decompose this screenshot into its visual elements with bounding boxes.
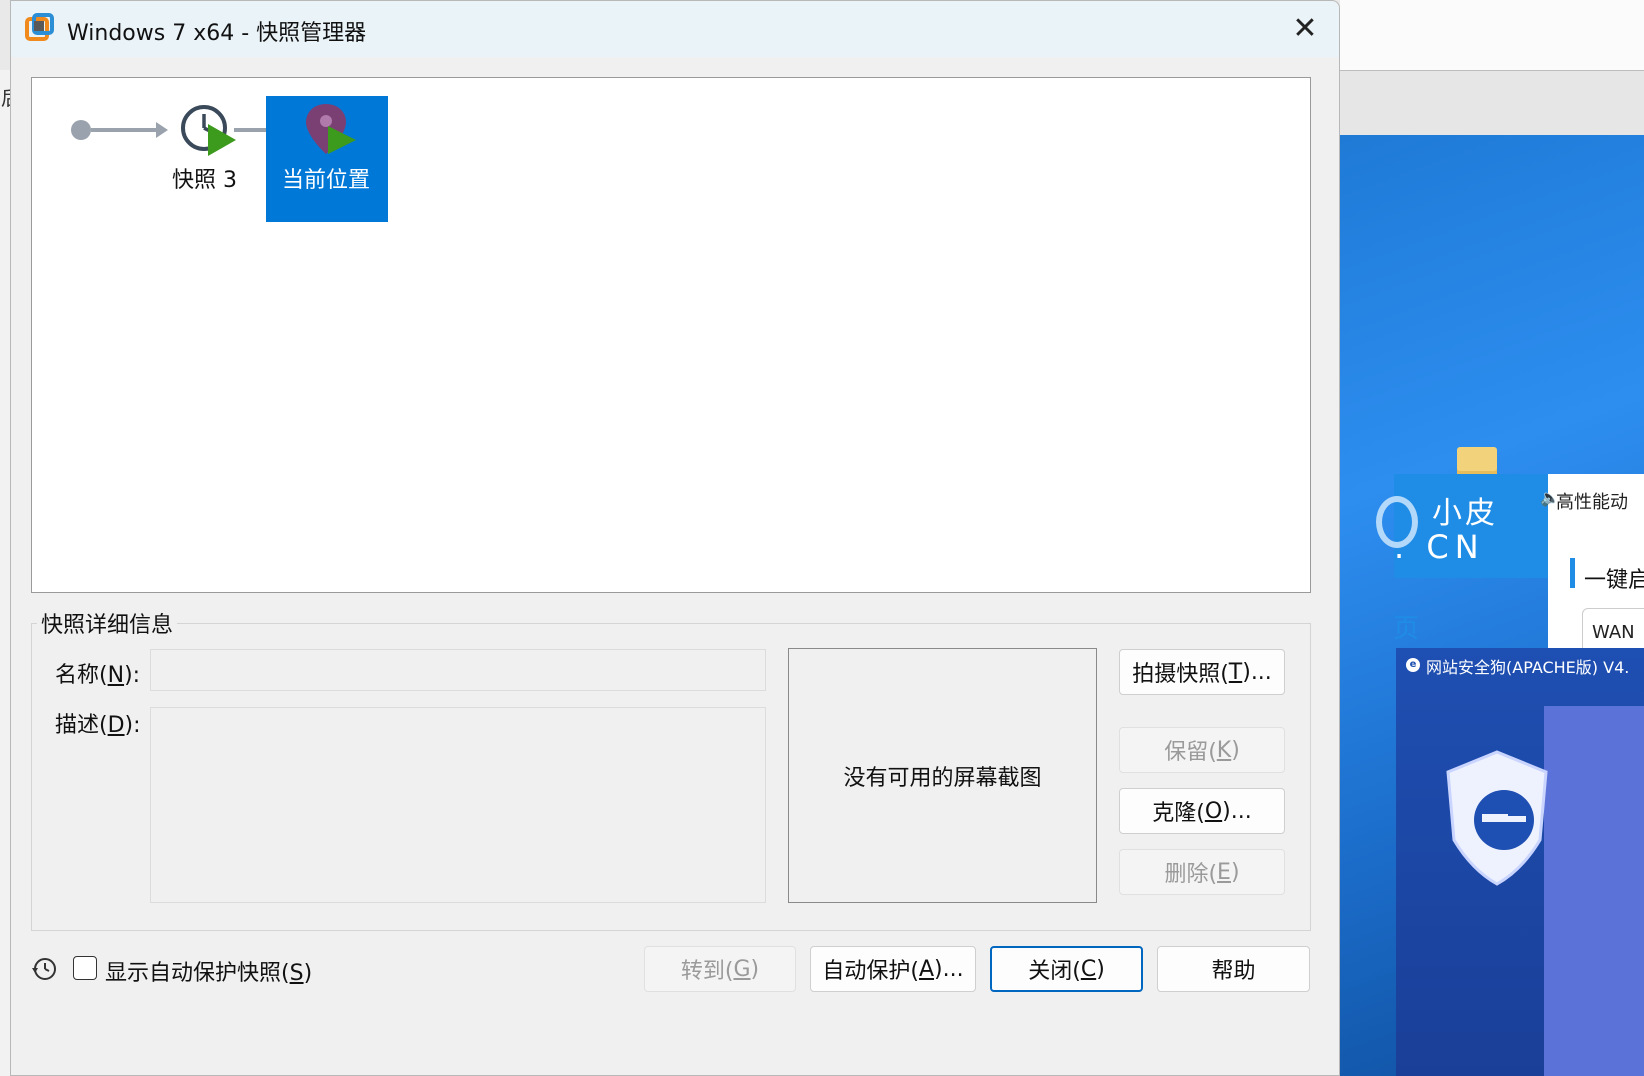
- safedog-window: e 网站安全狗(APACHE版) V4.: [1396, 648, 1644, 1076]
- show-autoprotect-label[interactable]: 显示自动保护快照(S): [105, 955, 312, 987]
- delete-button[interactable]: 删除(E): [1119, 849, 1285, 895]
- take-snapshot-button[interactable]: 拍摄快照(T)...: [1119, 649, 1285, 695]
- accent-bar: [1570, 558, 1575, 588]
- goto-button[interactable]: 转到(G): [644, 946, 796, 992]
- shield-icon: [1446, 750, 1548, 886]
- snapshot-clock-icon[interactable]: [178, 102, 238, 158]
- history-icon: [32, 958, 56, 980]
- show-autoprotect-checkbox[interactable]: [73, 956, 97, 980]
- details-group-title: 快照详细信息: [37, 607, 178, 639]
- wan-label: WAN: [1592, 622, 1635, 643]
- description-label: 描述(D):: [55, 713, 141, 738]
- location-pin-icon: [306, 104, 356, 154]
- page-tab-label[interactable]: 页: [1393, 608, 1419, 645]
- xp-logo-banner: 小皮 . CN: [1376, 474, 1548, 578]
- title-bar[interactable]: Windows 7 x64 - 快照管理器 ✕: [11, 1, 1339, 57]
- no-screenshot-text: 没有可用的屏幕截图: [843, 765, 1042, 791]
- vmware-app-icon: [25, 13, 54, 41]
- xp-logo-domain: . CN: [1394, 528, 1485, 566]
- description-field[interactable]: [150, 707, 766, 903]
- keep-button[interactable]: 保留(K): [1119, 727, 1285, 773]
- name-field[interactable]: [150, 649, 766, 691]
- perf-subtitle: 一键启: [1584, 568, 1644, 593]
- help-button[interactable]: 帮助: [1157, 946, 1310, 992]
- background-window: [1340, 0, 1644, 70]
- close-icon[interactable]: ✕: [1285, 9, 1325, 49]
- name-label: 名称(N):: [55, 663, 141, 688]
- current-position-label[interactable]: 当前位置: [282, 162, 370, 194]
- xp-logo-text: 小皮: [1432, 496, 1498, 531]
- autoprotect-button[interactable]: 自动保护(A)...: [810, 946, 976, 992]
- close-button[interactable]: 关闭(C): [990, 946, 1143, 992]
- safedog-title: 网站安全狗(APACHE版) V4.: [1426, 658, 1630, 677]
- snapshot-tree[interactable]: 快照 3 当前位置: [31, 77, 1311, 593]
- folder-icon[interactable]: [1457, 447, 1497, 477]
- clone-button[interactable]: 克隆(O)...: [1119, 788, 1285, 834]
- snapshot-label[interactable]: 快照 3: [172, 162, 237, 194]
- safedog-panel: [1544, 706, 1644, 1076]
- window-title: Windows 7 x64 - 快照管理器: [67, 21, 367, 46]
- background-toolbar: [1340, 70, 1644, 136]
- perf-title: 高性能动: [1556, 492, 1628, 513]
- perf-panel: 🔈 高性能动 一键启 WAN: [1540, 474, 1644, 670]
- snapshot-manager-dialog: Windows 7 x64 - 快照管理器 ✕ 快照 3 当前位置 快照详细信息…: [10, 0, 1340, 1076]
- safedog-logo-icon: e: [1406, 658, 1420, 672]
- screenshot-preview: 没有可用的屏幕截图: [788, 648, 1097, 903]
